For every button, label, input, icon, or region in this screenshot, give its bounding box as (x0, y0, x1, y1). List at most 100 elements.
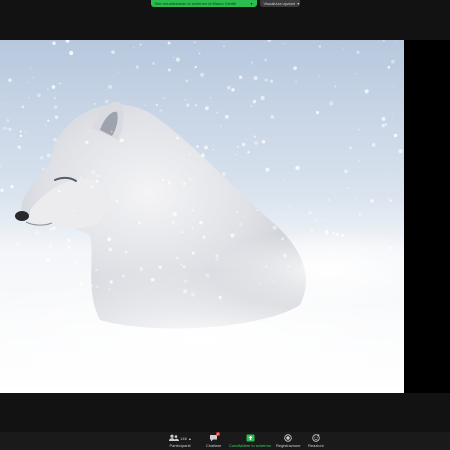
snowflake (241, 142, 246, 147)
snowflake (131, 172, 133, 174)
snowflake (215, 111, 218, 114)
snowflake (226, 85, 231, 90)
snowflake (245, 139, 248, 141)
snowflake (191, 251, 195, 255)
snowflake (108, 247, 113, 252)
snowflake (249, 65, 251, 67)
snowflake (67, 245, 71, 249)
snowflake (310, 229, 314, 234)
chat-button[interactable]: 2 Chattare (206, 432, 221, 448)
snowflake (182, 265, 186, 269)
snowflake (263, 41, 265, 43)
share-screen-button[interactable]: Condividere lo schermo (229, 433, 271, 448)
snowflake (173, 56, 175, 59)
snowflake (57, 189, 61, 193)
snowflake (67, 295, 71, 298)
record-button[interactable]: Registrazione (276, 433, 300, 448)
snowflake (220, 125, 222, 127)
share-status-pill[interactable]: Stai visualizzando lo schermo di Marco G… (150, 0, 257, 7)
snowflake (387, 197, 390, 200)
snowflake (392, 113, 394, 115)
snowflake (159, 108, 163, 112)
snowflake (355, 197, 357, 199)
snowflake (390, 271, 392, 274)
snowflake (341, 233, 345, 237)
snowflake (191, 227, 194, 230)
snowflake (79, 282, 83, 286)
snowflake (90, 185, 94, 189)
snowflake (335, 232, 340, 236)
snowflake (335, 195, 337, 197)
snowflake (46, 257, 51, 262)
snowflake (212, 148, 215, 151)
chat-unread-badge: 2 (216, 432, 220, 436)
snowflake (224, 186, 226, 189)
snowflake (194, 104, 198, 107)
snowflake (185, 103, 190, 108)
snowflake (191, 292, 196, 297)
snowflake (224, 114, 229, 119)
snowflake (0, 292, 4, 296)
snowflake (355, 73, 357, 75)
snowflake (176, 256, 179, 260)
snowflake (53, 96, 57, 100)
snowflake (47, 119, 50, 122)
snowflake (369, 199, 374, 203)
view-options-button[interactable]: Visualizza opzioni ▾ (259, 0, 300, 7)
snowflake (270, 79, 273, 83)
snowflake (184, 98, 187, 101)
snowflake (172, 278, 175, 281)
snowflake (53, 105, 58, 109)
participants-count: 146 (180, 435, 187, 441)
participants-button[interactable]: 146 ▴ Partecipanti (168, 433, 192, 448)
share-screen-icon (246, 434, 255, 442)
reactions-button[interactable]: Reazioni (308, 433, 324, 448)
snowflake (393, 133, 398, 138)
snowflake (30, 268, 32, 270)
snowflake (384, 123, 388, 126)
participants-icon (169, 434, 180, 441)
snowflake (260, 95, 265, 101)
snowflake (6, 118, 10, 123)
snowflake (295, 281, 297, 283)
snowflake (238, 75, 243, 79)
snowflake (265, 265, 268, 267)
snowflake (387, 66, 391, 69)
snowflake (96, 174, 100, 178)
snowflake (27, 81, 30, 83)
snowflake (8, 128, 12, 131)
reactions-icon (312, 434, 320, 442)
snowflake (389, 199, 393, 202)
snowflake (121, 274, 125, 278)
snowflake (46, 88, 49, 91)
snowflake (0, 188, 4, 192)
snowflake (358, 159, 361, 162)
snowflake (332, 231, 336, 235)
snowflake (8, 78, 12, 82)
snowflake (19, 134, 23, 138)
snowflake (292, 122, 294, 124)
snowflake (265, 167, 270, 172)
top-share-banner: Stai visualizzando lo schermo di Marco G… (0, 0, 450, 10)
snowflake (167, 68, 171, 72)
snowflake (388, 245, 393, 250)
snowflake (253, 135, 256, 138)
snowflake (259, 283, 261, 285)
snowflake (53, 137, 57, 142)
share-screen-label: Condividere lo schermo (229, 443, 272, 448)
snowflake (176, 136, 179, 140)
snowflake (67, 238, 71, 242)
snowflake (351, 253, 354, 256)
snowflake (391, 59, 395, 64)
snowflake (358, 128, 360, 131)
snowflake (150, 278, 155, 282)
snowflake (218, 295, 222, 299)
meeting-toolbar: 146 ▴ Partecipanti 2 Chattare Condivider (0, 432, 450, 450)
snowflake (199, 220, 203, 225)
snowflake (357, 285, 360, 288)
snowflake (395, 159, 397, 161)
snowflake (99, 165, 101, 167)
view-options-label: Visualizza opzioni (263, 1, 296, 6)
snowflake (200, 153, 205, 158)
snowflake (282, 253, 288, 258)
